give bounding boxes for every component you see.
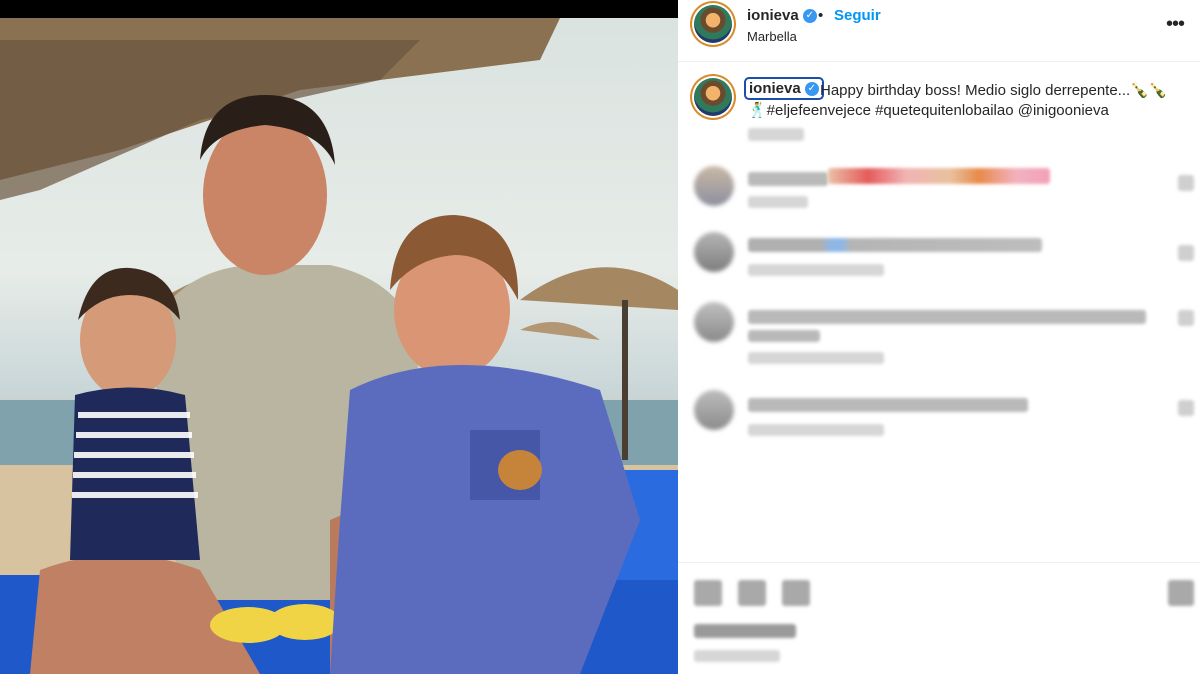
caption-username[interactable]: ionieva xyxy=(749,80,801,97)
comment-meta-obscured xyxy=(748,352,884,364)
share-icon[interactable] xyxy=(782,580,810,606)
comment-username-obscured xyxy=(748,172,828,186)
comment-text-obscured xyxy=(748,310,1146,324)
caption-avatar[interactable] xyxy=(694,78,732,116)
comment-like-icon[interactable] xyxy=(1178,175,1194,191)
comment-text-obscured xyxy=(748,330,820,342)
caption-text-line-1: Happy birthday boss! Medio siglo derrepe… xyxy=(820,82,1168,99)
verified-badge-icon: ✓ xyxy=(802,9,817,24)
comment-like-icon[interactable] xyxy=(1178,400,1194,416)
comment-text-obscured xyxy=(828,168,1050,184)
save-bookmark-icon[interactable] xyxy=(1168,580,1194,606)
header-separator: • xyxy=(818,7,824,24)
photo-illustration xyxy=(0,18,678,674)
post-location[interactable]: Marbella xyxy=(747,29,797,44)
comment-avatar[interactable] xyxy=(694,302,734,342)
more-options-icon[interactable]: ••• xyxy=(1166,14,1190,34)
post-header-username-row[interactable]: ionieva ✓ xyxy=(747,7,817,24)
follow-button[interactable]: Seguir xyxy=(834,7,881,24)
comment-like-icon[interactable] xyxy=(1178,310,1194,326)
post-date-obscured xyxy=(694,650,780,662)
comment-meta-obscured xyxy=(748,196,808,208)
post-side-panel: ionieva ✓ • Seguir Marbella ••• ionieva … xyxy=(678,0,1200,674)
author-avatar[interactable] xyxy=(694,5,732,43)
caption-timestamp-obscured xyxy=(748,128,804,141)
header-divider xyxy=(678,61,1200,62)
comment-icon[interactable] xyxy=(738,580,766,606)
caption-text-line-2: 🕺#eljefeenvejece #quetequitenlobailao @i… xyxy=(748,102,1109,119)
caption-username-row[interactable]: ionieva ✓ xyxy=(744,77,824,100)
comment-avatar[interactable] xyxy=(694,166,734,206)
actions-divider xyxy=(678,562,1200,563)
comment-text-obscured xyxy=(748,398,1028,412)
comment-avatar[interactable] xyxy=(694,232,734,272)
like-icon[interactable] xyxy=(694,580,722,606)
comment-avatar[interactable] xyxy=(694,390,734,430)
likes-count-obscured[interactable] xyxy=(694,624,796,638)
comment-meta-obscured xyxy=(748,424,884,436)
post-header-username[interactable]: ionieva xyxy=(747,7,799,24)
comment-text-obscured xyxy=(748,238,1042,252)
post-photo[interactable] xyxy=(0,0,678,674)
comment-meta-obscured xyxy=(748,264,884,276)
verified-badge-icon: ✓ xyxy=(804,82,819,97)
comment-like-icon[interactable] xyxy=(1178,245,1194,261)
